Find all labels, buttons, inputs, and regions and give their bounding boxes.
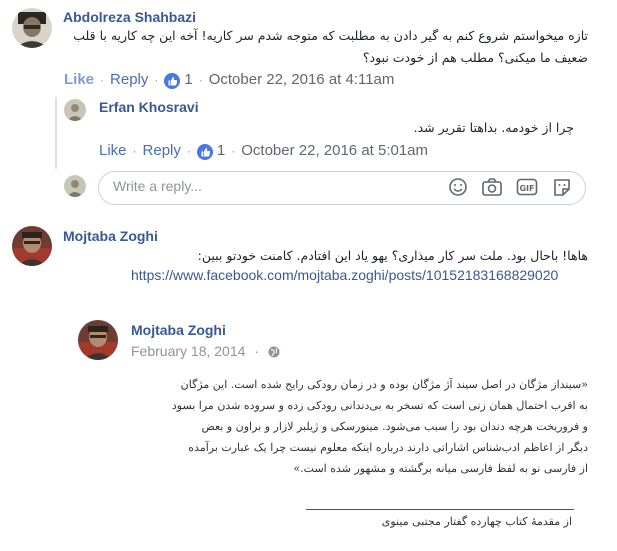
separator-dot: · — [254, 343, 259, 359]
avatar — [64, 175, 86, 197]
svg-text:GIF: GIF — [519, 184, 534, 193]
quote-text: «سینداز مژگان در اصل سیند آژ مژگان بوده … — [110, 374, 588, 479]
post-link[interactable]: https://www.facebook.com/mojtaba.zoghi/p… — [131, 267, 558, 283]
reply-placeholder: Write a reply... — [113, 178, 202, 194]
sticker-icon[interactable] — [551, 177, 573, 197]
reply-input[interactable]: Write a reply... GIF — [98, 171, 586, 205]
separator-dot: · — [132, 143, 137, 158]
quote-line: به اقرب احتمال همان زنی است که تسخر به ب… — [171, 399, 588, 412]
reply-author[interactable]: Erfan Khosravi — [99, 99, 199, 115]
quote-line: دیگر از اعاظم ادب‌شناس اشاراتی دارند درب… — [188, 441, 588, 454]
like-count[interactable]: 1 — [217, 142, 225, 159]
shared-post-author[interactable]: Mojtaba Zoghi — [131, 322, 226, 338]
like-count[interactable]: 1 — [184, 71, 192, 88]
separator-dot: · — [198, 72, 203, 87]
comment-author[interactable]: Abdolreza Shahbazi — [63, 9, 196, 25]
avatar[interactable] — [78, 320, 118, 360]
avatar[interactable] — [64, 99, 86, 121]
divider — [306, 509, 574, 510]
reply-actions: Like · Reply · 1 · October 22, 2016 at 5… — [99, 142, 428, 160]
comment-text: هاها! باحال بود. ملت سر کار میذاری؟ یهو … — [197, 248, 588, 263]
comment-actions: Like · Reply · 1 · October 22, 2016 at 4… — [64, 71, 395, 89]
like-reaction-icon[interactable] — [196, 143, 213, 160]
like-button[interactable]: Like — [99, 142, 127, 159]
separator-dot: · — [186, 143, 191, 158]
reply-button[interactable]: Reply — [143, 142, 181, 159]
post-date: February 18, 2014 · — [131, 343, 280, 361]
emoji-icon[interactable] — [447, 177, 469, 197]
timestamp[interactable]: October 22, 2016 at 5:01am — [241, 142, 428, 159]
like-reaction-icon[interactable] — [164, 72, 181, 89]
comment-text: تازه میخواستم شروع کنم به گیر دادن به مط… — [73, 28, 588, 65]
reply-button[interactable]: Reply — [110, 71, 148, 88]
separator-dot: · — [154, 72, 159, 87]
quote-line: از فارسی نو به لفظ فارسی میانه برگشته و … — [293, 462, 588, 475]
post-date-text[interactable]: February 18, 2014 — [131, 343, 245, 359]
reply-text: چرا از خودمه. بداهتا تقریر شد. — [413, 120, 574, 135]
avatar[interactable] — [12, 226, 52, 266]
quote-line: و فروریخت هرچه دندان بود را سبب می‌شود. … — [201, 420, 588, 433]
gif-icon[interactable]: GIF — [516, 177, 538, 197]
comment-author[interactable]: Mojtaba Zoghi — [63, 228, 158, 244]
like-button[interactable]: Like — [64, 71, 94, 88]
quote-source: از مقدمهٔ کتاب چهارده گفتار مجتبی مینوی — [381, 515, 572, 528]
separator-dot: · — [231, 143, 236, 158]
globe-icon[interactable] — [268, 345, 280, 361]
camera-icon[interactable] — [481, 177, 503, 197]
thread-line — [55, 97, 57, 169]
quote-line: «سینداز مژگان در اصل سیند آژ مژگان بوده … — [180, 378, 588, 391]
separator-dot: · — [100, 72, 105, 87]
timestamp[interactable]: October 22, 2016 at 4:11am — [209, 71, 395, 88]
avatar[interactable] — [12, 8, 52, 48]
